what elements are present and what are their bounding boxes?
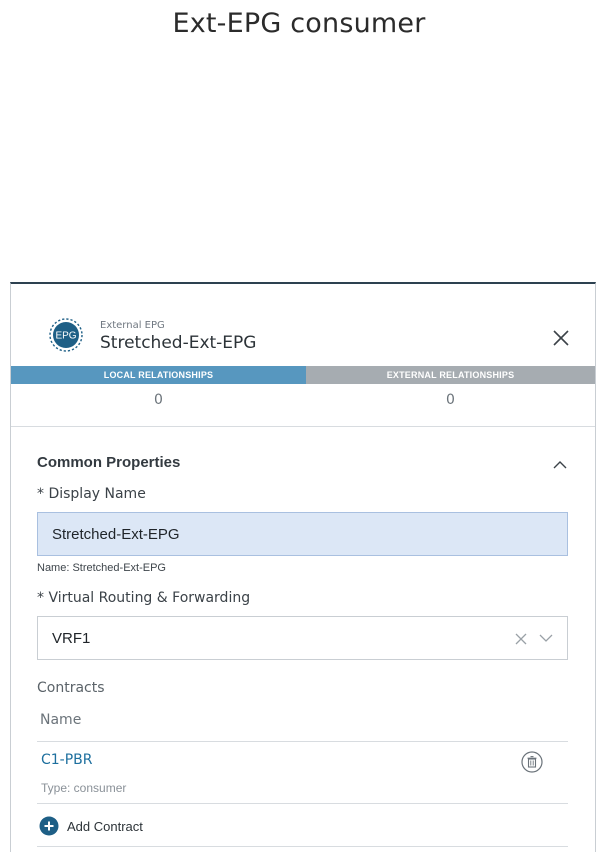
external-epg-panel: EPG External EPG Stretched-Ext-EPG LOCAL…: [10, 282, 596, 852]
bottom-divider: [37, 846, 568, 847]
epg-badge-text: EPG: [55, 331, 76, 342]
epg-badge-icon: EPG: [49, 318, 83, 352]
local-relationships-count: 0: [154, 392, 163, 408]
contracts-label: Contracts: [37, 680, 105, 696]
add-contract-label: Add Contract: [67, 818, 143, 834]
vrf-label: * Virtual Routing & Forwarding: [37, 590, 251, 606]
tab-external-relationships[interactable]: EXTERNAL RELATIONSHIPS: [306, 366, 595, 384]
contracts-column-header: Name: [40, 712, 82, 728]
vrf-value: VRF1: [52, 629, 91, 647]
vrf-select[interactable]: VRF1: [37, 616, 568, 660]
relationship-tabs: LOCAL RELATIONSHIPS EXTERNAL RELATIONSHI…: [11, 366, 595, 384]
tab-local-relationships[interactable]: LOCAL RELATIONSHIPS: [11, 366, 306, 384]
external-relationships-count: 0: [446, 392, 455, 408]
close-icon[interactable]: [551, 328, 571, 348]
name-hint: Name: Stretched-Ext-EPG: [37, 562, 166, 574]
object-type-label: External EPG: [100, 320, 165, 331]
section-divider: [11, 426, 595, 427]
display-name-field[interactable]: Stretched-Ext-EPG: [37, 512, 568, 556]
page-title: Ext-EPG consumer: [172, 8, 426, 39]
add-contract-button[interactable]: Add Contract: [39, 816, 143, 836]
chevron-down-icon[interactable]: [539, 634, 553, 643]
clear-icon[interactable]: [515, 633, 527, 645]
page: Ext-EPG consumer EPG External EPG Stretc…: [0, 0, 598, 854]
section-title: Common Properties: [37, 454, 181, 471]
panel-header: EPG External EPG Stretched-Ext-EPG: [11, 284, 595, 366]
chevron-up-icon[interactable]: [553, 460, 567, 470]
display-name-label: * Display Name: [37, 486, 146, 502]
table-header-divider: [37, 741, 568, 742]
plus-circle-icon: [39, 816, 59, 836]
relationship-counts: 0 0: [11, 384, 595, 426]
row-divider: [37, 803, 568, 804]
trash-icon[interactable]: [521, 751, 543, 773]
contract-name-link[interactable]: C1-PBR: [41, 752, 93, 768]
contract-type: Type: consumer: [41, 781, 127, 795]
object-name: Stretched-Ext-EPG: [100, 333, 257, 353]
